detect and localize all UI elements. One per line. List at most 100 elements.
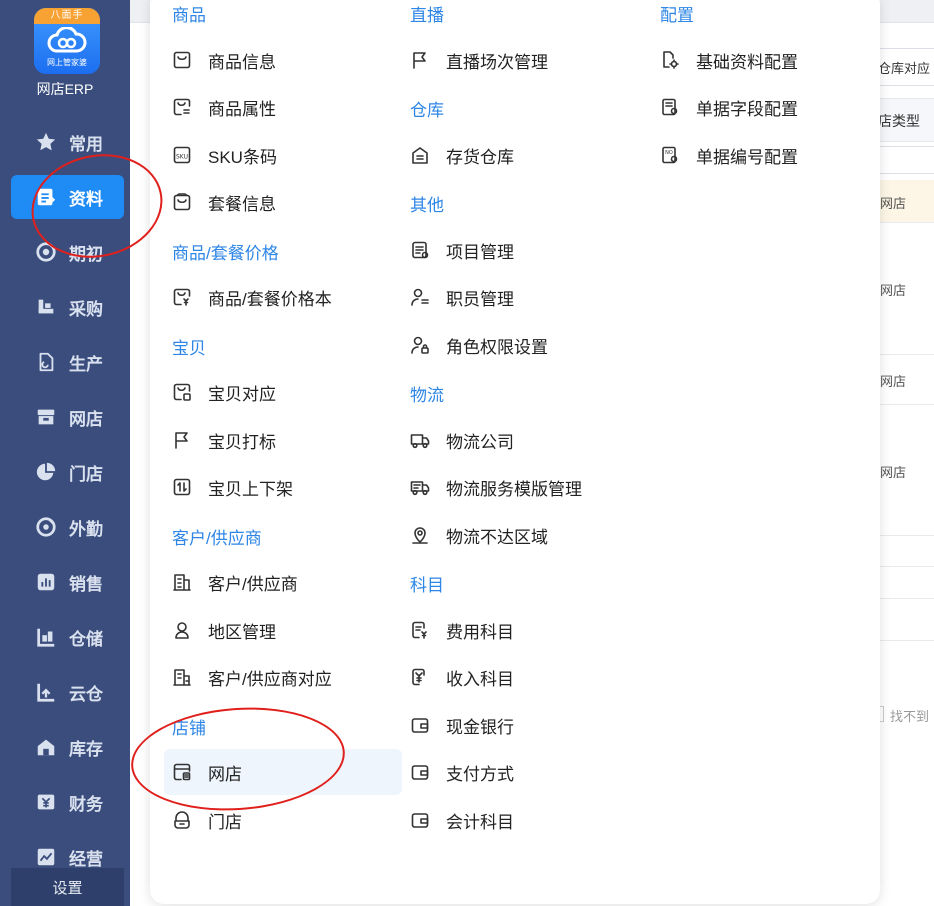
menu-item-label: 费用科目 <box>446 622 514 642</box>
menu-item[interactable]: 职员管理 <box>402 274 640 320</box>
sidebar-item-label: 云仓 <box>69 684 103 704</box>
shop-icon <box>172 810 192 830</box>
item-map-icon <box>172 382 192 402</box>
menu-item[interactable]: 商品信息 <box>164 37 402 83</box>
bg-cell: 网店 <box>880 283 907 298</box>
menu-item-label: 现金银行 <box>446 717 514 737</box>
menu-item[interactable]: 宝贝上下架 <box>164 464 402 510</box>
menu-item[interactable]: 会计科目 <box>402 797 640 843</box>
menu-item[interactable]: 基础资料配置 <box>652 37 890 83</box>
menu-item[interactable]: 商品属性 <box>164 84 402 130</box>
menu-item-label: 单据字段配置 <box>696 99 798 119</box>
building-map-icon <box>172 667 192 687</box>
menu-item-label: 物流服务模版管理 <box>446 479 582 499</box>
menu-section-title: 仓库 <box>410 101 444 120</box>
staff-icon <box>410 287 430 307</box>
sidebar-item[interactable]: 采购 <box>11 285 124 329</box>
menu-section-title: 科目 <box>410 576 444 595</box>
menu-item[interactable]: SKU SKU条码 <box>164 132 402 178</box>
star-icon <box>35 131 57 153</box>
menu-item-label: 会计科目 <box>446 812 514 832</box>
route-icon <box>35 516 57 538</box>
sidebar-item[interactable]: 门店 <box>11 450 124 494</box>
menu-item[interactable]: 商品/套餐价格本 <box>164 274 402 320</box>
menu-item[interactable]: 宝贝打标 <box>164 417 402 463</box>
store-icon <box>35 406 57 428</box>
menu-item[interactable]: 宝贝对应 <box>164 369 402 415</box>
menu-item[interactable]: 收入科目 <box>402 654 640 700</box>
bg-cell: 网店 <box>880 465 907 480</box>
menu-item[interactable]: 费用科目 <box>402 607 640 653</box>
sidebar-item-label: 采购 <box>69 299 103 319</box>
menu-item[interactable]: 地区管理 <box>164 607 402 653</box>
menu-item[interactable]: NO 单据编号配置 <box>652 132 890 178</box>
payment-icon <box>410 762 430 782</box>
number-config-icon: NO <box>660 145 680 165</box>
menu-section-title: 宝贝 <box>172 339 206 358</box>
project-icon <box>410 240 430 260</box>
sidebar-item-label: 网店 <box>69 409 103 429</box>
menu-item-label: 宝贝上下架 <box>208 479 293 499</box>
menu-item-label: 存货仓库 <box>446 147 514 167</box>
sidebar-item-label: 常用 <box>69 134 103 154</box>
finance-icon <box>35 791 57 813</box>
menu-item-label: 地区管理 <box>208 622 276 642</box>
sidebar-item[interactable]: 销售 <box>11 560 124 604</box>
sidebar-item[interactable]: 库存 <box>11 725 124 769</box>
sidebar-item[interactable]: 仓储 <box>11 615 124 659</box>
logo-subtitle: 网上管家婆 <box>47 58 87 67</box>
menu-item[interactable]: 角色权限设置 <box>402 322 640 368</box>
sidebar-item[interactable]: 财务 <box>11 780 124 824</box>
bg-cell: 网店 <box>880 196 907 211</box>
wallet-icon <box>410 715 430 735</box>
field-config-icon <box>660 97 680 117</box>
menu-item-label: 宝贝对应 <box>208 384 276 404</box>
menu-item[interactable]: 单据字段配置 <box>652 84 890 130</box>
truck-template-icon <box>410 477 430 497</box>
svg-text:SKU: SKU <box>176 154 188 161</box>
menu-item[interactable]: 物流服务模版管理 <box>402 464 640 510</box>
menu-item[interactable]: 套餐信息 <box>164 179 402 225</box>
menu-item[interactable]: 现金银行 <box>402 702 640 748</box>
not-found-text: 找不到 <box>890 709 930 724</box>
menu-item[interactable]: 直播场次管理 <box>402 37 640 83</box>
trend-icon <box>35 846 57 868</box>
inventory-icon <box>35 736 57 758</box>
sku-icon: SKU <box>172 145 192 165</box>
updown-icon <box>172 477 192 497</box>
cart-icon <box>35 296 57 318</box>
menu-item-label: 套餐信息 <box>208 194 276 214</box>
menu-item-label: 直播场次管理 <box>446 52 548 72</box>
product-attr-icon <box>172 97 192 117</box>
menu-section-title: 物流 <box>410 386 444 405</box>
sidebar-item-label: 库存 <box>69 739 103 759</box>
menu-item[interactable]: 客户/供应商 <box>164 559 402 605</box>
accounting-icon <box>410 810 430 830</box>
settings-button[interactable]: 设置 <box>11 868 124 906</box>
no-area-icon <box>410 525 430 545</box>
menu-item-label: 商品属性 <box>208 99 276 119</box>
menu-item[interactable]: 支付方式 <box>402 749 640 795</box>
warehouse-home-icon <box>410 145 430 165</box>
live-flag-icon <box>410 50 430 70</box>
sidebar-item[interactable]: 生产 <box>11 340 124 384</box>
menu-section-title: 其他 <box>410 196 444 215</box>
menu-item[interactable]: 项目管理 <box>402 227 640 273</box>
menu-item-label: 单据编号配置 <box>696 147 798 167</box>
sidebar-item-label: 财务 <box>69 794 103 814</box>
menu-item-label: 物流不达区域 <box>446 527 548 547</box>
sidebar-item-label: 外勤 <box>69 519 103 539</box>
sidebar-item[interactable]: 网店 <box>11 395 124 439</box>
menu-item-label: 宝贝打标 <box>208 432 276 452</box>
app-logo: 八面手 网上管家婆 <box>34 8 100 74</box>
menu-item-label: 客户/供应商对应 <box>208 669 332 689</box>
menu-item[interactable]: 客户/供应商对应 <box>164 654 402 700</box>
menu-item[interactable]: 物流不达区域 <box>402 512 640 558</box>
menu-item[interactable]: 存货仓库 <box>402 132 640 178</box>
sidebar-item[interactable]: 云仓 <box>11 670 124 714</box>
product-info-icon <box>172 50 192 70</box>
sidebar-item-label: 生产 <box>69 354 103 374</box>
sidebar-item[interactable]: 外勤 <box>11 505 124 549</box>
menu-item[interactable]: 物流公司 <box>402 417 640 463</box>
menu-item-label: 门店 <box>208 812 242 832</box>
